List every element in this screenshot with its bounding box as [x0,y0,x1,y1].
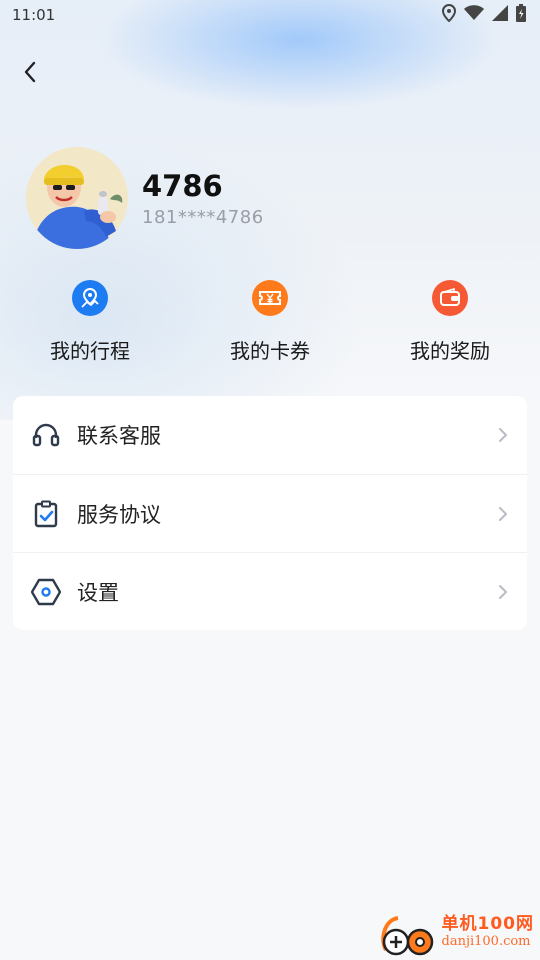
status-icons [441,3,526,26]
battery-icon [516,4,526,26]
menu-list: 联系客服 服务协议 设置 [13,396,527,630]
watermark-title: 单机100网 [441,914,534,934]
settings-hexagon-icon [31,577,61,607]
menu-item-label: 服务协议 [77,502,161,527]
headset-icon [31,420,61,450]
menu-item-settings[interactable]: 设置 [13,552,527,630]
watermark-logo [376,910,440,956]
chevron-right-icon [496,425,510,445]
quick-action-label: 我的卡券 [230,339,310,363]
quick-action-my-rewards[interactable]: 我的奖励 [360,280,540,364]
menu-item-customer-service[interactable]: 联系客服 [13,396,527,474]
phone-number: 181****4786 [142,207,264,228]
status-time: 11:01 [12,6,56,24]
map-location-icon [72,280,108,316]
quick-action-my-coupons[interactable]: 我的卡券 [180,280,360,364]
ticket-yen-icon [252,280,288,316]
chevron-left-icon [24,61,36,83]
quick-action-my-trips[interactable]: 我的行程 [0,280,180,364]
menu-item-label: 联系客服 [77,424,161,448]
signal-icon [492,5,508,25]
location-status-icon [441,3,457,26]
quick-action-label: 我的奖励 [410,339,490,363]
avatar[interactable] [26,147,128,249]
username: 4786 [142,169,223,203]
status-bar: 11:01 [0,0,540,30]
profile-header: 4786 181****4786 [26,147,264,249]
wallet-icon [432,280,468,316]
chevron-right-icon [496,504,510,524]
quick-action-label: 我的行程 [50,339,130,363]
watermark: 单机100网 danji100.com [376,910,535,956]
watermark-url: danji100.com [441,934,531,949]
quick-actions: 我的行程 我的卡券 我的奖励 [0,280,540,364]
chevron-right-icon [496,582,510,602]
wifi-icon [464,5,484,25]
back-button[interactable] [14,56,46,88]
menu-item-service-agreement[interactable]: 服务协议 [13,474,527,552]
menu-item-label: 设置 [77,580,119,605]
clipboard-check-icon [31,499,61,529]
